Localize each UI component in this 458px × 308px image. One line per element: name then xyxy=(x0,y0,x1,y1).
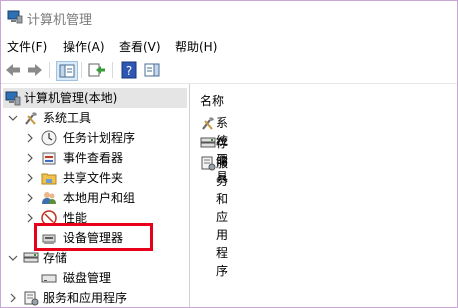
chevron-down-icon[interactable] xyxy=(8,253,18,263)
back-arrow-icon[interactable] xyxy=(3,61,23,79)
show-hide-console-tree-icon[interactable] xyxy=(56,61,78,81)
tree-item-root[interactable]: 计算机管理(本地) xyxy=(1,88,187,108)
title-bar: 计算机管理 xyxy=(1,1,457,33)
users-icon xyxy=(42,192,56,204)
console-tree: 计算机管理(本地) 系统工具 任务计划程序 事件查看器 共享文件夹 本地用户和组… xyxy=(1,84,190,307)
column-header-name[interactable]: 名称 xyxy=(200,92,224,109)
menu-action[interactable]: 操作(A) xyxy=(63,38,105,55)
tree-label: 服务和应用程序 xyxy=(43,291,128,305)
toolbar-separator xyxy=(81,62,82,78)
tree-item-shared-folders[interactable]: 共享文件夹 xyxy=(1,168,187,188)
menu-bar: 文件(F) 操作(A) 查看(V) 帮助(H) xyxy=(1,34,457,56)
tree-item-event-viewer[interactable]: 事件查看器 xyxy=(1,148,187,168)
toolbar-separator xyxy=(112,62,113,78)
tree-label: 计算机管理(本地) xyxy=(24,91,118,105)
tree-label: 系统工具 xyxy=(43,111,92,125)
storage-icon xyxy=(200,137,216,148)
toolbar: ? xyxy=(1,57,457,84)
toolbar-separator xyxy=(49,62,50,78)
tree-label: 磁盘管理 xyxy=(63,271,112,285)
tree-item-system-tools[interactable]: 系统工具 xyxy=(1,108,187,128)
tree-item-task-scheduler[interactable]: 任务计划程序 xyxy=(1,128,187,148)
event-viewer-icon xyxy=(42,152,56,165)
chevron-right-icon[interactable] xyxy=(25,153,35,163)
chevron-right-icon[interactable] xyxy=(25,213,35,223)
show-hide-action-pane-icon[interactable] xyxy=(142,61,162,79)
list-item-label: 服务和应用程序 xyxy=(216,156,229,278)
storage-icon xyxy=(23,252,39,263)
forward-arrow-icon[interactable] xyxy=(25,61,45,79)
chevron-right-icon[interactable] xyxy=(25,193,35,203)
export-list-icon[interactable] xyxy=(87,61,107,79)
tools-icon xyxy=(25,112,37,125)
tree-label: 共享文件夹 xyxy=(63,171,124,185)
chevron-right-icon[interactable] xyxy=(25,133,35,143)
chevron-right-icon[interactable] xyxy=(8,293,18,303)
app-window: 计算机管理 文件(F) 操作(A) 查看(V) 帮助(H) ? 计算机管理(本地… xyxy=(0,0,458,308)
tree-item-services-apps[interactable]: 服务和应用程序 xyxy=(1,288,187,307)
svg-text:?: ? xyxy=(126,64,132,78)
computer-management-icon xyxy=(7,10,23,24)
window-title: 计算机管理 xyxy=(27,13,93,28)
tools-icon xyxy=(202,117,214,130)
highlight-annotation xyxy=(34,223,153,251)
chevron-right-icon[interactable] xyxy=(25,173,35,183)
menu-file[interactable]: 文件(F) xyxy=(7,38,47,55)
menu-view[interactable]: 查看(V) xyxy=(119,38,161,55)
tree-label: 事件查看器 xyxy=(63,151,124,165)
tree-label: 任务计划程序 xyxy=(63,131,136,145)
tree-label: 存储 xyxy=(43,251,68,265)
help-icon[interactable]: ? xyxy=(119,61,139,79)
clock-icon xyxy=(41,130,57,146)
tree-item-storage[interactable]: 存储 xyxy=(1,248,187,268)
services-icon xyxy=(201,156,216,171)
tree-label: 本地用户和组 xyxy=(63,191,136,205)
menu-help[interactable]: 帮助(H) xyxy=(175,38,217,55)
shared-folder-icon xyxy=(41,173,57,185)
chevron-down-icon[interactable] xyxy=(8,113,18,123)
tree-item-local-users[interactable]: 本地用户和组 xyxy=(1,188,187,208)
disk-icon xyxy=(41,274,57,283)
computer-management-icon xyxy=(5,91,21,106)
detail-pane: 名称 系统工具 存储 服务和应用程序 xyxy=(190,84,457,307)
tree-item-disk-management[interactable]: 磁盘管理 xyxy=(1,268,187,288)
services-icon xyxy=(24,291,39,306)
